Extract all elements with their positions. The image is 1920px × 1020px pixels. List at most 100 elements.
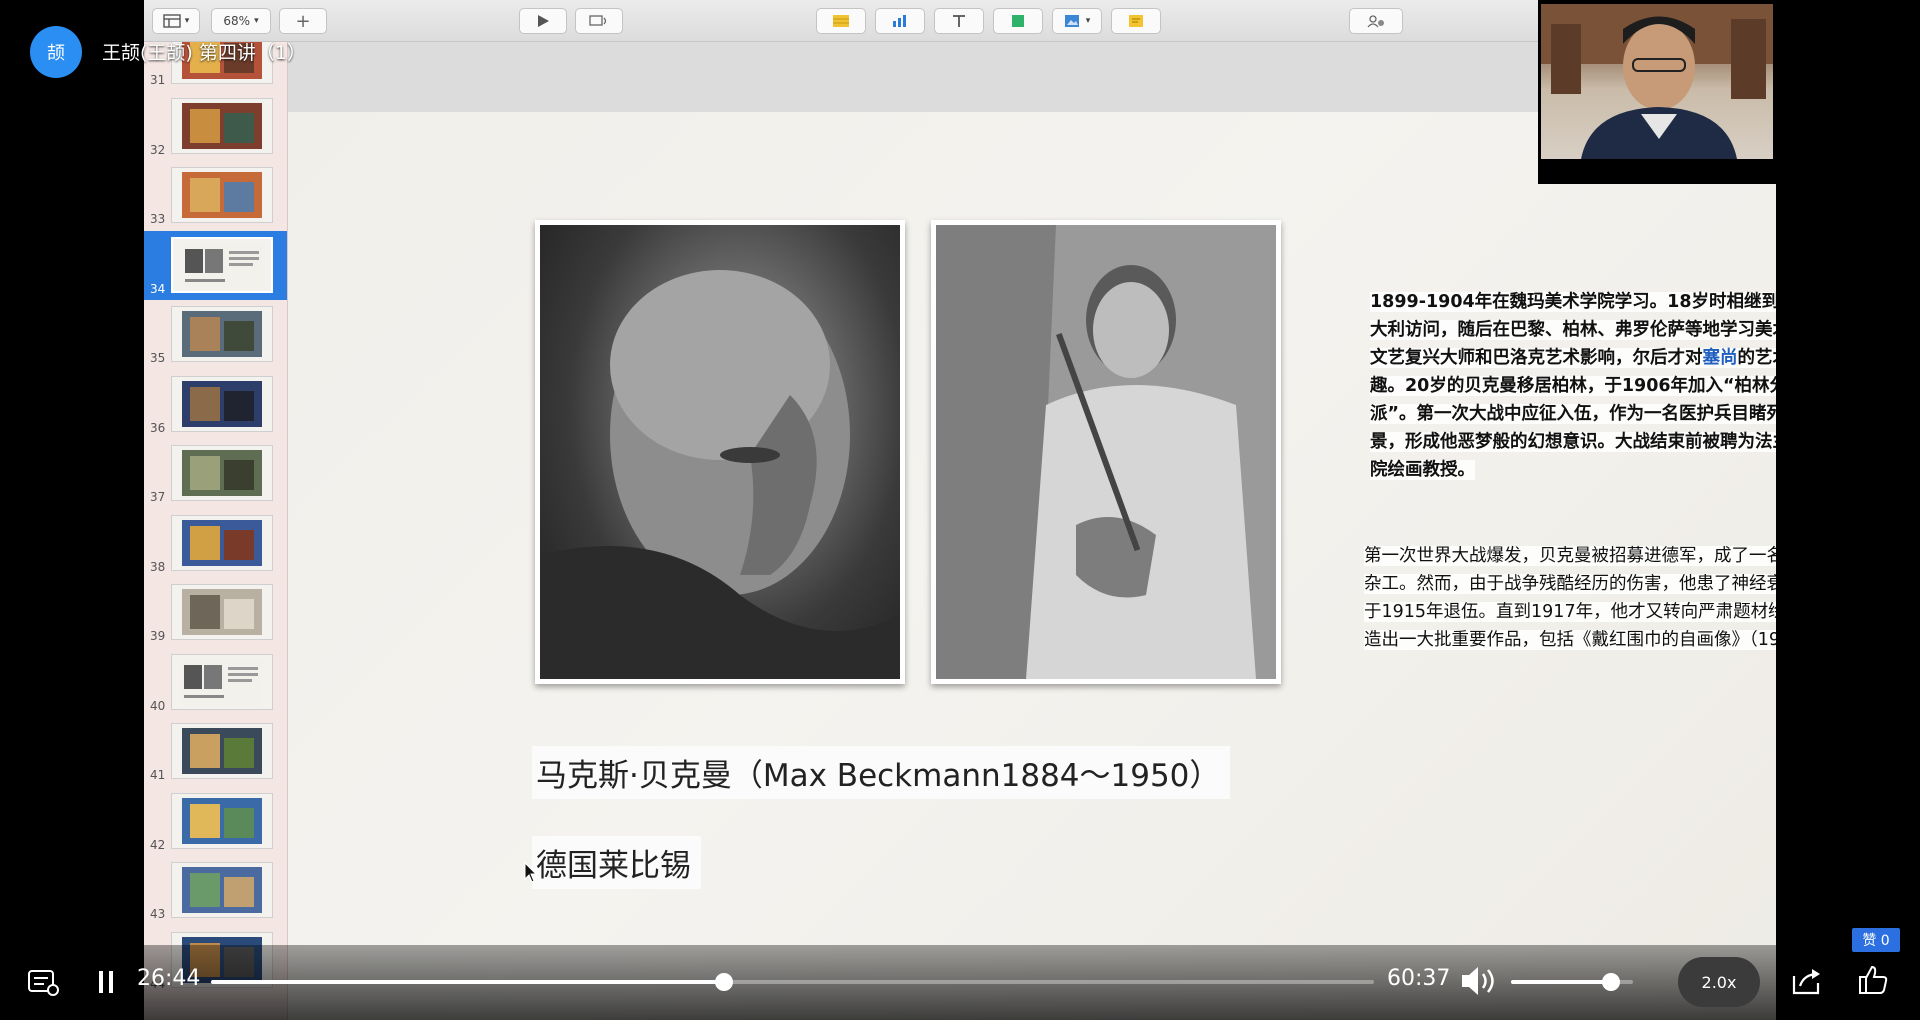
media-icon [1064, 15, 1079, 27]
beckmann-painting-image [936, 225, 1276, 679]
bio-paragraph-1: 1899-1904年在魏玛美术学院学习。18岁时相继到法国和意大利访问，随后在巴… [1370, 288, 1776, 484]
slide-preview-art [182, 311, 262, 357]
slide-preview [171, 167, 273, 223]
slide-thumbnail-35[interactable]: 35 [144, 300, 287, 369]
collaborate-icon [1367, 15, 1384, 28]
slide-preview-art [182, 867, 262, 913]
volume-handle[interactable] [1602, 973, 1621, 991]
slide-number: 31 [150, 73, 166, 87]
presenter-video [1541, 4, 1773, 159]
total-time: 60:37 [1387, 966, 1451, 991]
view-button[interactable]: ▾ [152, 8, 200, 34]
add-slide-icon: + [295, 10, 311, 32]
keynote-live-button[interactable] [575, 8, 623, 34]
slide-preview [171, 236, 273, 293]
bio-paragraph-2: 第一次世界大战爆发，贝克曼被招募进德军，成了一名医院勤杂工。然而，由于战争残酷经… [1364, 542, 1776, 654]
channel-avatar[interactable]: 颉 [30, 26, 82, 78]
slide-preview [171, 306, 273, 362]
slide-canvas: 1899-1904年在魏玛美术学院学习。18岁时相继到法国和意大利访问，随后在巴… [288, 112, 1776, 1020]
slide-preview-art [182, 519, 262, 566]
chevron-down-icon: ▾ [184, 16, 190, 26]
pause-icon [99, 971, 113, 993]
slide-preview-art [182, 380, 262, 427]
subtitle-list-button[interactable] [28, 970, 60, 1000]
view-icon [163, 14, 181, 28]
webcam-feed [1538, 0, 1776, 184]
portrait-photo-1 [535, 220, 905, 684]
text-icon [953, 15, 965, 27]
beckmann-profile-image [540, 225, 900, 679]
slide-number: 38 [150, 559, 166, 574]
slide-preview-art [182, 658, 262, 705]
slide-number: 32 [150, 142, 166, 157]
slide-thumbnail-36[interactable]: 36 [144, 370, 287, 439]
slide-preview [171, 514, 273, 571]
slide-number: 41 [150, 768, 166, 782]
slide-preview [171, 584, 273, 640]
slide-number: 33 [150, 212, 166, 226]
cezanne-link: 塞尚 [1702, 348, 1738, 368]
slide-thumbnail-43[interactable]: 43 [144, 856, 287, 925]
slide-number: 36 [150, 420, 166, 435]
slide-thumbnail-38[interactable]: 38 [144, 509, 287, 578]
slide-preview-art [182, 728, 262, 774]
slide-preview [171, 375, 273, 432]
progress-bar[interactable] [211, 973, 1374, 991]
like-button[interactable] [1858, 964, 1890, 1000]
artist-name-title: 马克斯·贝克曼（Max Beckmann1884～1950） [532, 746, 1231, 799]
table-icon [833, 15, 849, 27]
playback-speed-button[interactable]: 2.0x [1678, 957, 1760, 1007]
chevron-down-icon: ▾ [254, 16, 259, 26]
play-icon [538, 15, 549, 27]
progress-handle[interactable] [714, 973, 733, 991]
comment-button[interactable] [1111, 8, 1161, 34]
bio-text-2: 第一次世界大战爆发，贝克曼被招募进德军，成了一名医院勤杂工。然而，由于战争残酷经… [1364, 546, 1776, 650]
slide-thumbnail-33[interactable]: 33 [144, 161, 287, 230]
slide-preview-art [182, 797, 262, 844]
share-button[interactable] [1790, 966, 1822, 1000]
progress-fill [211, 980, 724, 984]
volume-button[interactable] [1460, 964, 1496, 1002]
volume-icon [1462, 967, 1494, 995]
slide-preview [171, 862, 273, 918]
slide-thumbnail-32[interactable]: 32 [144, 92, 287, 161]
slide-thumbnail-41[interactable]: 41 [144, 717, 287, 786]
portrait-photo-2 [931, 220, 1281, 684]
chart-button[interactable] [875, 8, 925, 34]
text-button[interactable] [934, 8, 984, 34]
play-button[interactable] [519, 8, 567, 34]
video-player: ▾ 68% ▾ + ▾ 31 32 33 34 35 36 37 38 39 4… [0, 0, 1920, 1020]
slide-thumbnail-40[interactable]: 40 [144, 648, 287, 717]
slide-preview [171, 792, 273, 849]
slide-thumbnail-42[interactable]: 42 [144, 787, 287, 856]
slide-preview [171, 653, 273, 710]
thumbs-up-icon [1859, 965, 1888, 994]
media-button[interactable]: ▾ [1052, 8, 1102, 34]
like-count-badge: 赞 0 [1852, 928, 1900, 952]
slide-number: 34 [150, 281, 166, 296]
slide-number: 43 [150, 907, 166, 921]
mouse-cursor-icon [524, 862, 538, 883]
slide-thumbnail-34[interactable]: 34 [144, 230, 287, 300]
keynote-live-icon [589, 15, 607, 26]
shape-icon [1012, 15, 1024, 27]
slide-thumbnail-37[interactable]: 37 [144, 439, 287, 508]
shape-button[interactable] [993, 8, 1043, 34]
slide-preview [171, 445, 273, 501]
keynote-toolbar: ▾ 68% ▾ + ▾ [144, 0, 1776, 42]
collaborate-button[interactable] [1349, 8, 1403, 34]
slide-number: 39 [150, 629, 166, 643]
slide-thumbnail-39[interactable]: 39 [144, 578, 287, 647]
pause-button[interactable] [97, 970, 115, 998]
current-time: 26:44 [137, 966, 201, 991]
share-icon [1792, 969, 1820, 995]
add-slide-button[interactable]: + [279, 8, 327, 34]
table-button[interactable] [816, 8, 866, 34]
zoom-select[interactable]: 68% ▾ [211, 8, 271, 34]
comment-icon [1129, 15, 1143, 27]
slide-navigator[interactable]: 3132333435363738394041424344 [144, 42, 288, 1020]
slide-preview [171, 97, 273, 154]
slide-number: 42 [150, 837, 166, 852]
volume-slider[interactable] [1511, 973, 1633, 991]
chart-icon [893, 15, 906, 27]
